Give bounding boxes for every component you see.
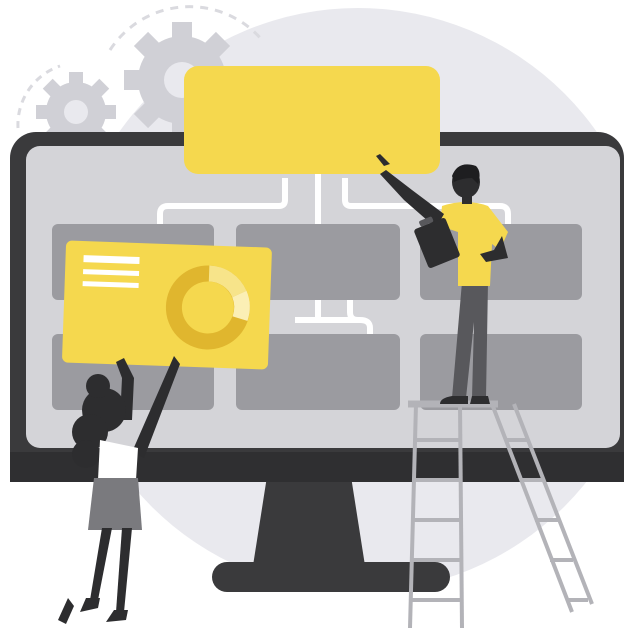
monitor-stand [252,470,366,572]
chart-card [62,240,272,370]
monitor-base [212,562,450,592]
illustration [0,0,624,628]
monitor-dashboard-illustration [10,5,624,628]
header-card [184,66,440,174]
